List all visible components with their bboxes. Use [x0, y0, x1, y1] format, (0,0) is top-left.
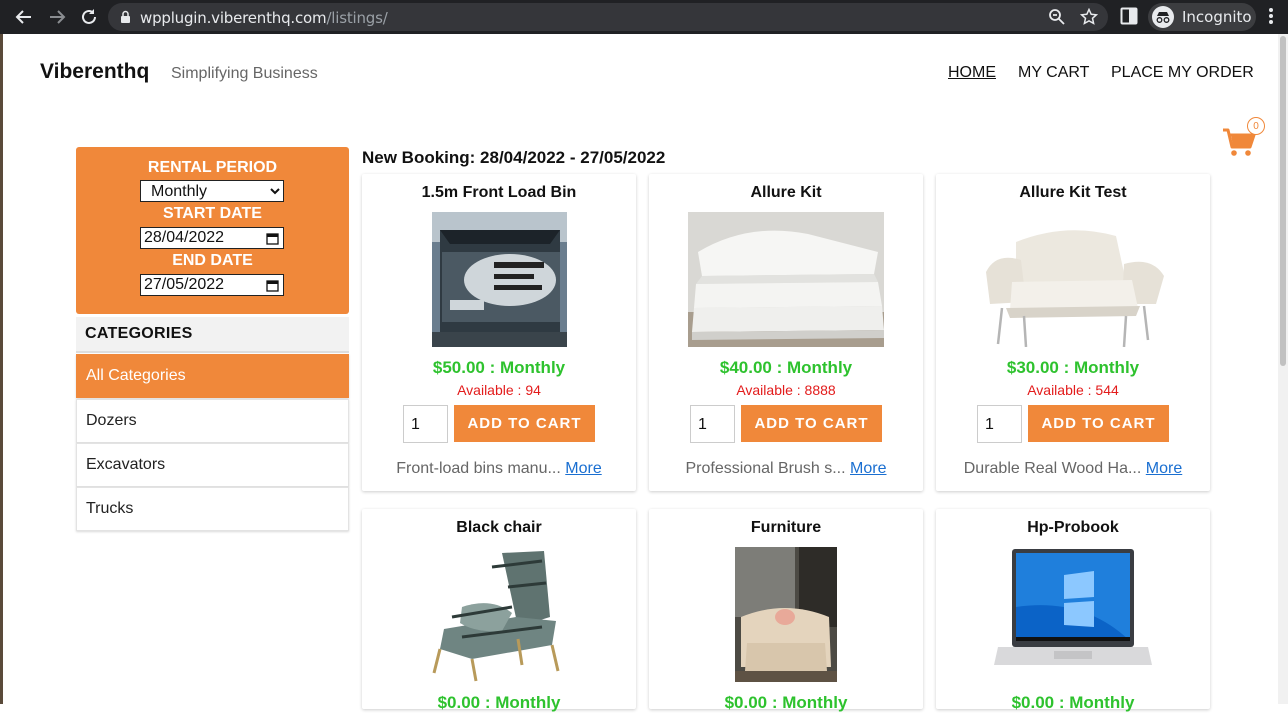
calendar-icon[interactable] [266, 279, 279, 292]
incognito-icon [1152, 6, 1174, 28]
url-text: wpplugin.viberenthq.com/listings/ [140, 9, 388, 27]
start-date-label: START DATE [163, 205, 262, 222]
product-image[interactable] [432, 547, 567, 682]
zoom-icon[interactable] [1048, 8, 1066, 31]
forward-icon[interactable] [45, 5, 69, 29]
categories-heading: CATEGORIES [76, 317, 349, 353]
more-link[interactable]: More [850, 460, 886, 477]
more-link[interactable]: More [565, 460, 601, 477]
product-image[interactable] [976, 212, 1170, 347]
more-link[interactable]: More [1146, 460, 1182, 477]
description-text: Durable Real Wood Ha... [963, 460, 1142, 477]
incognito-badge[interactable]: Incognito [1148, 3, 1256, 31]
product-price: $0.00 : Monthly [724, 693, 848, 712]
calendar-icon[interactable] [266, 232, 279, 245]
start-date-value: 28/04/2022 [144, 229, 225, 246]
product-price: $0.00 : Monthly [1011, 693, 1135, 712]
add-to-cart-button[interactable]: ADD TO CART [1028, 405, 1169, 442]
more-menu-icon[interactable] [1268, 6, 1274, 31]
quantity-input[interactable]: 1 [977, 405, 1022, 443]
site-tagline: Simplifying Business [171, 65, 318, 82]
category-all[interactable]: All Categories [76, 354, 349, 398]
start-date-input[interactable]: 28/04/2022 [140, 227, 284, 249]
product-title[interactable]: 1.5m Front Load Bin [362, 184, 636, 202]
window-edge [0, 34, 3, 704]
category-dozers[interactable]: Dozers [76, 399, 349, 443]
product-card: Furniture $0.00 : Monthly [649, 509, 923, 712]
rental-panel: RENTAL PERIOD Monthly START DATE 28/04/2… [76, 147, 349, 314]
cart-count-badge: 0 [1247, 117, 1265, 135]
cart-button[interactable]: 0 [1222, 117, 1268, 159]
lock-icon [120, 10, 131, 29]
nav-home[interactable]: HOME [948, 64, 996, 82]
product-price: $30.00 : Monthly [1006, 358, 1140, 377]
rental-period-select[interactable]: Monthly [140, 180, 284, 202]
product-card: 1.5m Front Load Bin $50.00 : Monthly Ava… [362, 174, 636, 491]
product-image[interactable] [432, 212, 567, 347]
back-icon[interactable] [12, 5, 36, 29]
rental-period-label: RENTAL PERIOD [147, 159, 278, 176]
url-path: /listings/ [326, 9, 388, 27]
bookmark-star-icon[interactable] [1079, 7, 1099, 31]
incognito-label: Incognito [1182, 8, 1252, 26]
address-bar[interactable]: wpplugin.viberenthq.com/listings/ [108, 3, 1108, 31]
product-description: Durable Real Wood Ha... More [936, 460, 1210, 478]
quantity-input[interactable]: 1 [690, 405, 735, 443]
product-title[interactable]: Hp-Probook [936, 519, 1210, 537]
product-description: Front-load bins manu... More [362, 460, 636, 478]
product-image[interactable] [994, 547, 1152, 682]
product-availability: Available : 94 [457, 382, 541, 398]
url-host: wpplugin.viberenthq.com [140, 9, 327, 27]
description-text: Professional Brush s... [685, 460, 846, 477]
reload-icon[interactable] [77, 5, 101, 29]
booking-title: New Booking: 28/04/2022 - 27/05/2022 [362, 148, 666, 167]
end-date-label: END DATE [172, 252, 253, 269]
product-availability: Available : 8888 [736, 382, 836, 398]
description-text: Front-load bins manu... [396, 460, 561, 477]
product-title[interactable]: Allure Kit [649, 184, 923, 202]
nav-place-order[interactable]: PLACE MY ORDER [1111, 64, 1254, 82]
product-image[interactable] [688, 212, 884, 347]
add-to-cart-button[interactable]: ADD TO CART [741, 405, 882, 442]
product-price: $50.00 : Monthly [432, 358, 566, 377]
product-availability: Available : 544 [1027, 382, 1119, 398]
category-trucks[interactable]: Trucks [76, 487, 349, 531]
scrollbar-thumb[interactable] [1280, 36, 1286, 366]
product-card: Hp-Probook $0.00 : Monthly [936, 509, 1210, 712]
product-price: $0.00 : Monthly [437, 693, 561, 712]
end-date-value: 27/05/2022 [144, 276, 225, 293]
site-brand[interactable]: Viberenthq [40, 60, 149, 84]
product-price: $40.00 : Monthly [719, 358, 853, 377]
page-scrollbar[interactable] [1278, 34, 1288, 704]
product-card: Allure Kit $40.00 : Monthly Available : … [649, 174, 923, 491]
product-card: Allure Kit Test $30.00 : Monthly Availab… [936, 174, 1210, 491]
side-panel-icon[interactable] [1120, 7, 1138, 30]
product-title[interactable]: Furniture [649, 519, 923, 537]
product-title[interactable]: Allure Kit Test [936, 184, 1210, 202]
nav-my-cart[interactable]: MY CART [1018, 64, 1089, 82]
end-date-input[interactable]: 27/05/2022 [140, 274, 284, 296]
browser-toolbar: wpplugin.viberenthq.com/listings/ Incogn… [0, 0, 1288, 34]
product-card: Black chair $0.00 : Monthly [362, 509, 636, 712]
add-to-cart-button[interactable]: ADD TO CART [454, 405, 595, 442]
category-excavators[interactable]: Excavators [76, 443, 349, 487]
product-description: Professional Brush s... More [649, 460, 923, 478]
product-title[interactable]: Black chair [362, 519, 636, 537]
product-image[interactable] [735, 547, 837, 682]
quantity-input[interactable]: 1 [403, 405, 448, 443]
